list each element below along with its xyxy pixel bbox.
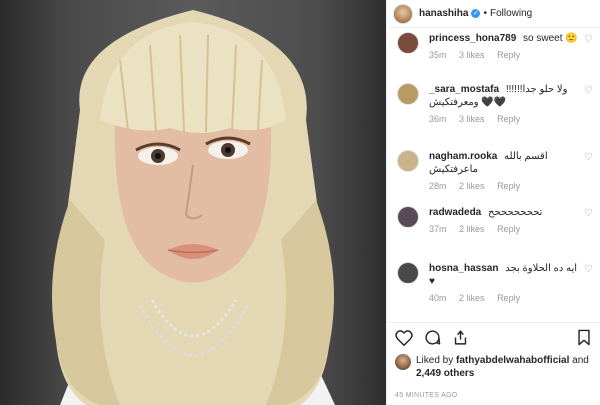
comment-text: _sara_mostafa ولا حلو جدا!!!!!! 🖤🖤 ومعرف…: [429, 83, 579, 109]
comment-meta: 36m 3 likes Reply: [429, 114, 579, 124]
commenter-avatar[interactable]: [397, 150, 419, 172]
verified-badge-icon: ✓: [471, 9, 481, 18]
comment-body: so sweet 🙂: [523, 33, 578, 44]
comment-time: 37m: [429, 224, 447, 234]
post-photo[interactable]: [0, 0, 386, 405]
comment-body: تحححححححح: [488, 207, 543, 218]
comment-text: radwadeda تحححححححح: [429, 206, 579, 219]
commenter-avatar[interactable]: [397, 83, 419, 105]
comment-like-heart-icon[interactable]: ♡: [584, 152, 593, 163]
reply-button[interactable]: Reply: [497, 293, 520, 303]
comment-meta: 35m 3 likes Reply: [429, 50, 579, 60]
comment-meta: 40m 2 likes Reply: [429, 293, 579, 303]
likes-conjunction: and: [572, 355, 589, 366]
comment-item: princess_hona789 so sweet 🙂 35m 3 likes …: [387, 32, 600, 60]
comment-likes[interactable]: 3 likes: [459, 114, 485, 124]
comment-time: 36m: [429, 114, 447, 124]
post-actions-bar: [387, 322, 600, 352]
comment-meta: 28m 2 likes Reply: [429, 181, 579, 191]
commenter-avatar[interactable]: [397, 206, 419, 228]
likes-prefix: Liked by: [416, 355, 454, 366]
author-avatar[interactable]: [393, 3, 413, 24]
comment-likes[interactable]: 2 likes: [459, 181, 485, 191]
reply-button[interactable]: Reply: [497, 50, 520, 60]
comments-list[interactable]: princess_hona789 so sweet 🙂 35m 3 likes …: [387, 28, 600, 318]
comment-time: 35m: [429, 50, 447, 60]
comment-time: 40m: [429, 293, 447, 303]
comment-text: nagham.rooka اقسم بالله ماعرفتكيش: [429, 150, 579, 176]
comment-likes[interactable]: 2 likes: [459, 224, 485, 234]
comment-item: nagham.rooka اقسم بالله ماعرفتكيش 28m 2 …: [387, 150, 600, 191]
commenter-avatar[interactable]: [397, 32, 419, 54]
post-side-panel: hanashiha ✓ • Following princess_hona789…: [386, 0, 600, 405]
comment-item: hosna_hassan ايه ده الحلاوة بجد ♥ 40m 2 …: [387, 262, 600, 303]
liker-avatar[interactable]: [395, 354, 411, 370]
liker-username[interactable]: fathyabdelwahabofficial: [456, 355, 569, 366]
comment-likes[interactable]: 3 likes: [459, 50, 485, 60]
comment-text: hosna_hassan ايه ده الحلاوة بجد ♥: [429, 262, 579, 288]
comment-text: princess_hona789 so sweet 🙂: [429, 32, 579, 45]
likes-text: Liked by fathyabdelwahabofficial and 2,4…: [416, 354, 595, 380]
likes-summary: Liked by fathyabdelwahabofficial and 2,4…: [395, 354, 595, 380]
portrait-illustration: [52, 10, 335, 405]
comment-item: radwadeda تحححححححح 37m 2 likes Reply ♡: [387, 206, 600, 234]
reply-button[interactable]: Reply: [497, 181, 520, 191]
reply-button[interactable]: Reply: [497, 224, 520, 234]
commenter-username[interactable]: radwadeda: [429, 207, 481, 218]
comment-icon[interactable]: [423, 329, 441, 347]
commenter-username[interactable]: princess_hona789: [429, 33, 516, 44]
commenter-username[interactable]: hosna_hassan: [429, 263, 498, 274]
comment-meta: 37m 2 likes Reply: [429, 224, 579, 234]
post-timestamp: 45 MINUTES AGO: [395, 392, 458, 399]
following-button[interactable]: Following: [490, 8, 532, 19]
commenter-username[interactable]: _sara_mostafa: [429, 84, 499, 95]
comment-like-heart-icon[interactable]: ♡: [584, 85, 593, 96]
header-separator: •: [483, 8, 487, 19]
share-icon[interactable]: [451, 329, 469, 347]
instagram-post: hanashiha ✓ • Following princess_hona789…: [0, 0, 600, 405]
comment-like-heart-icon[interactable]: ♡: [584, 34, 593, 45]
commenter-avatar[interactable]: [397, 262, 419, 284]
comment-item: _sara_mostafa ولا حلو جدا!!!!!! 🖤🖤 ومعرف…: [387, 83, 600, 124]
commenter-username[interactable]: nagham.rooka: [429, 151, 497, 162]
heart-icon[interactable]: [395, 329, 413, 347]
bookmark-icon[interactable]: [575, 329, 593, 347]
post-header: hanashiha ✓ • Following: [387, 0, 600, 28]
reply-button[interactable]: Reply: [497, 114, 520, 124]
comment-like-heart-icon[interactable]: ♡: [584, 208, 593, 219]
comment-time: 28m: [429, 181, 447, 191]
comment-likes[interactable]: 2 likes: [459, 293, 485, 303]
comment-like-heart-icon[interactable]: ♡: [584, 264, 593, 275]
author-username[interactable]: hanashiha: [419, 8, 468, 19]
likes-others-count[interactable]: 2,449 others: [416, 368, 474, 379]
